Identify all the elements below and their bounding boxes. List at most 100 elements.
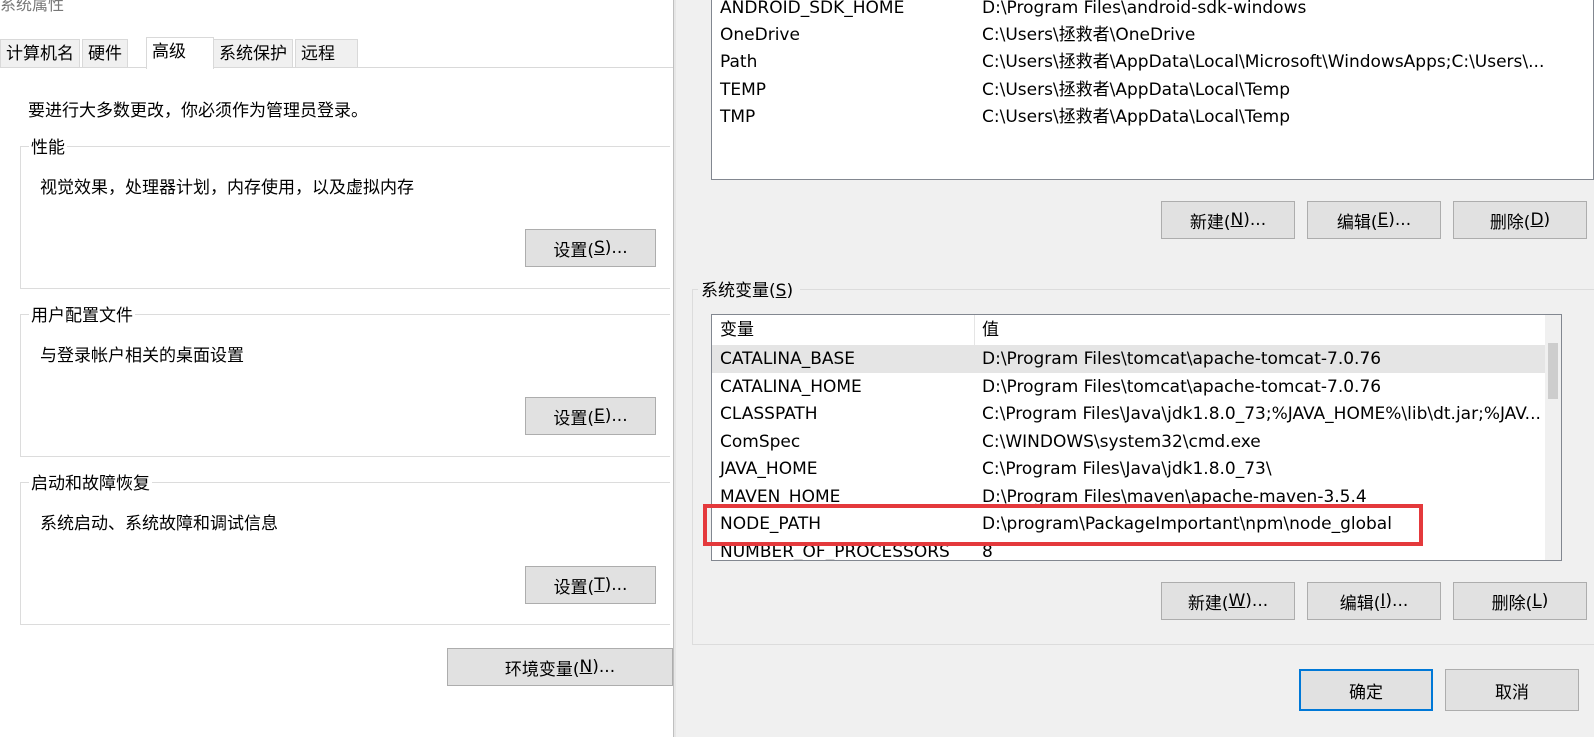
dialog-title: 系统属性 [0, 0, 65, 14]
button-label-post: ) [1543, 210, 1551, 230]
cancel-button[interactable]: 取消 [1445, 669, 1579, 711]
button-label-pre: 新建( [1189, 212, 1231, 233]
table-row[interactable]: TEMP C:\Users\拯救者\AppData\Local\Temp [712, 77, 1593, 104]
user-profiles-desc: 与登录帐户相关的桌面设置 [40, 346, 244, 366]
column-separator[interactable] [974, 315, 975, 345]
annotation-highlight-box [703, 504, 1423, 546]
column-header-value[interactable]: 值 [982, 315, 999, 345]
table-row[interactable]: OneDrive C:\Users\拯救者\OneDrive [712, 22, 1593, 49]
system-delete-button[interactable]: 删除(L) [1453, 582, 1587, 620]
button-label-post: )... [1388, 210, 1412, 230]
table-row[interactable]: JAVA_HOME C:\Program Files\Java\jdk1.8.0… [712, 456, 1561, 483]
button-label-post: )... [604, 575, 628, 595]
tab-system-protection[interactable]: 系统保护 [213, 39, 293, 67]
groupbox-line [692, 289, 693, 644]
performance-group-title: 性能 [29, 133, 67, 158]
label-post: ) [786, 281, 794, 301]
ok-button[interactable]: 确定 [1299, 669, 1433, 711]
button-label-post: )... [604, 238, 628, 258]
user-delete-button[interactable]: 删除(D) [1453, 201, 1587, 239]
button-label-pre: 编辑( [1336, 212, 1378, 233]
button-label-post: )... [1385, 591, 1409, 611]
user-new-button[interactable]: 新建(N)... [1161, 201, 1295, 239]
user-profiles-group: 用户配置文件 [20, 301, 670, 457]
button-accesskey: D [1530, 210, 1544, 230]
vertical-scrollbar[interactable] [1545, 315, 1561, 560]
button-label-post: )... [604, 406, 628, 426]
variable-value: D:\Program Files\tomcat\apache-tomcat-7.… [982, 377, 1382, 397]
variable-name: JAVA_HOME [720, 459, 818, 479]
label-pre: 系统变量( [701, 281, 776, 301]
performance-settings-button[interactable]: 设置(S)... [525, 229, 656, 267]
button-label-post: )... [592, 657, 616, 677]
variable-value: C:\WINDOWS\system32\cmd.exe [982, 432, 1261, 452]
performance-desc: 视觉效果，处理器计划，内存使用，以及虚拟内存 [40, 178, 414, 198]
variable-value: C:\Program Files\Java\jdk1.8.0_73;%JAVA_… [982, 404, 1541, 424]
button-accesskey: T [594, 575, 605, 595]
variable-value: C:\Program Files\Java\jdk1.8.0_73\ [982, 459, 1272, 479]
table-row[interactable]: CATALINA_HOME D:\Program Files\tomcat\ap… [712, 374, 1561, 401]
variable-name: CLASSPATH [720, 404, 818, 424]
button-accesskey: N [579, 657, 593, 677]
user-variables-list[interactable]: ANDROID_SDK_HOME D:\Program Files\androi… [711, 0, 1594, 180]
startup-recovery-desc: 系统启动、系统故障和调试信息 [40, 514, 278, 534]
button-label-pre: 设置( [553, 408, 595, 429]
admin-notice: 要进行大多数更改，你必须作为管理员登录。 [28, 101, 368, 121]
variable-value: C:\Users\拯救者\AppData\Local\Temp [982, 80, 1291, 100]
system-properties-dialog: 系统属性 计算机名 硬件 高级 系统保护 远程 要进行大多数更改，你必须作为管理… [0, 0, 673, 737]
table-row[interactable]: TMP C:\Users\拯救者\AppData\Local\Temp [712, 104, 1593, 131]
variable-value: C:\Users\拯救者\AppData\Local\Temp [982, 107, 1291, 127]
button-accesskey: S [594, 238, 605, 258]
button-label-pre: 删除( [1489, 212, 1531, 233]
button-label-pre: 编辑( [1339, 593, 1381, 614]
button-accesskey: E [1377, 210, 1389, 230]
variable-name: TMP [720, 107, 756, 127]
button-accesskey: W [1228, 591, 1246, 611]
variable-value: C:\Users\拯救者\OneDrive [982, 25, 1196, 45]
tab-computer-name[interactable]: 计算机名 [0, 39, 80, 67]
variable-name: Path [720, 52, 758, 72]
system-edit-button[interactable]: 编辑(I)... [1307, 582, 1441, 620]
button-accesskey: L [1532, 591, 1542, 611]
variable-name: ComSpec [720, 432, 801, 452]
startup-recovery-settings-button[interactable]: 设置(T)... [525, 566, 656, 604]
button-label-pre: 新建( [1187, 593, 1229, 614]
system-variables-label: 系统变量(S) [701, 276, 793, 301]
variable-value: C:\Users\拯救者\AppData\Local\Microsoft\Win… [982, 52, 1545, 72]
button-label-post: )... [1243, 210, 1267, 230]
button-label-pre: 删除( [1491, 593, 1533, 614]
user-profiles-group-title: 用户配置文件 [29, 301, 135, 326]
performance-group: 性能 [20, 133, 670, 289]
button-label-post: ) [1541, 591, 1549, 611]
button-label-post: )... [1245, 591, 1269, 611]
tab-advanced[interactable]: 高级 [146, 37, 214, 69]
button-label-pre: 设置( [553, 577, 595, 598]
system-new-button[interactable]: 新建(W)... [1161, 582, 1295, 620]
table-row[interactable]: CLASSPATH C:\Program Files\Java\jdk1.8.0… [712, 401, 1561, 428]
table-row[interactable]: CATALINA_BASE D:\Program Files\tomcat\ap… [712, 346, 1561, 373]
groupbox-line [800, 289, 1594, 290]
label-accesskey: S [775, 281, 787, 301]
environment-variables-dialog: ANDROID_SDK_HOME D:\Program Files\androi… [676, 0, 1594, 737]
variable-name: ANDROID_SDK_HOME [720, 0, 905, 18]
environment-variables-button[interactable]: 环境变量(N)... [447, 648, 673, 686]
tab-remote[interactable]: 远程 [295, 39, 358, 67]
tab-hardware[interactable]: 硬件 [82, 39, 128, 67]
variable-name: CATALINA_HOME [720, 377, 862, 397]
startup-recovery-group-title: 启动和故障恢复 [29, 469, 152, 494]
variable-value: D:\Program Files\tomcat\apache-tomcat-7.… [982, 349, 1382, 369]
user-profiles-settings-button[interactable]: 设置(E)... [525, 397, 656, 435]
list-header: 变量 值 [712, 315, 1561, 346]
table-row[interactable]: ANDROID_SDK_HOME D:\Program Files\androi… [712, 0, 1593, 22]
button-accesskey: E [594, 406, 605, 426]
groupbox-line [692, 644, 1594, 645]
table-row[interactable]: Path C:\Users\拯救者\AppData\Local\Microsof… [712, 49, 1593, 76]
variable-name: CATALINA_BASE [720, 349, 856, 369]
button-label-pre: 环境变量( [504, 659, 580, 680]
column-header-name[interactable]: 变量 [720, 315, 754, 345]
table-row[interactable]: ComSpec C:\WINDOWS\system32\cmd.exe [712, 429, 1561, 456]
scrollbar-thumb[interactable] [1548, 343, 1558, 399]
button-accesskey: N [1230, 210, 1244, 230]
user-edit-button[interactable]: 编辑(E)... [1307, 201, 1441, 239]
variable-value: D:\Program Files\android-sdk-windows [982, 0, 1307, 18]
